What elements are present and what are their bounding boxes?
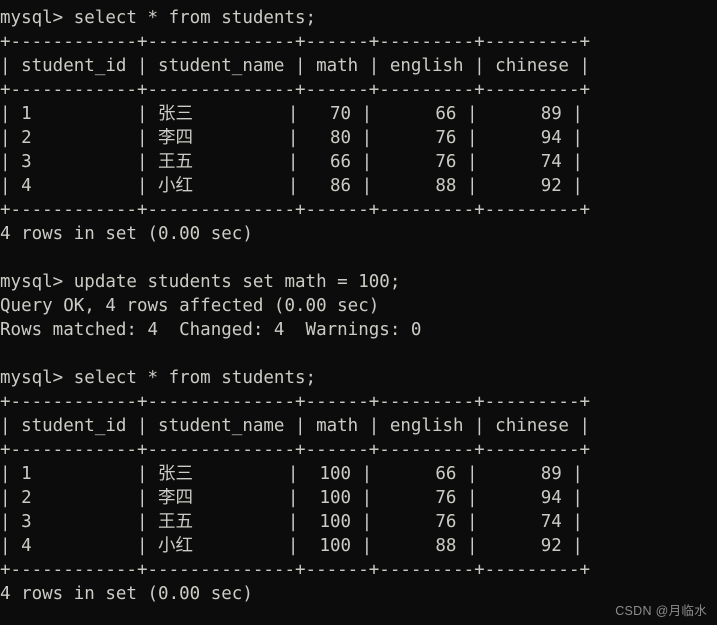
table-separator: +------------+--------------+------+----… (0, 440, 591, 460)
csdn-watermark: CSDN @月临水 (615, 604, 707, 618)
terminal-line: mysql> select * from students; (0, 8, 317, 28)
terminal-line: | 4 | 小红 | 86 | 88 | 92 | (0, 176, 583, 196)
terminal-line: | 4 | 小红 | 100 | 88 | 92 | (0, 536, 583, 556)
table-separator: +------------+--------------+------+----… (0, 200, 591, 220)
terminal-line: | 1 | 张三 | 70 | 66 | 89 | (0, 104, 583, 124)
terminal-line: | 3 | 王五 | 66 | 76 | 74 | (0, 152, 583, 172)
terminal-line: 4 rows in set (0.00 sec) (0, 584, 253, 604)
terminal-window[interactable]: mysql> select * from students; +---------… (0, 0, 717, 625)
table-separator: +------------+--------------+------+----… (0, 32, 591, 52)
terminal-line: mysql> update students set math = 100; (0, 272, 401, 292)
terminal-output: mysql> select * from students; +---------… (0, 6, 590, 606)
terminal-line: | 2 | 李四 | 100 | 76 | 94 | (0, 488, 583, 508)
terminal-line: | student_id | student_name | math | eng… (0, 416, 591, 436)
terminal-line: mysql> select * from students; (0, 368, 317, 388)
terminal-line: Query OK, 4 rows affected (0.00 sec) (0, 296, 380, 316)
terminal-line: | 3 | 王五 | 100 | 76 | 74 | (0, 512, 583, 532)
terminal-line: 4 rows in set (0.00 sec) (0, 224, 253, 244)
table-separator: +------------+--------------+------+----… (0, 560, 591, 580)
terminal-line: Rows matched: 4 Changed: 4 Warnings: 0 (0, 320, 422, 340)
table-separator: +------------+--------------+------+----… (0, 80, 591, 100)
terminal-line: | 2 | 李四 | 80 | 76 | 94 | (0, 128, 583, 148)
terminal-line: | 1 | 张三 | 100 | 66 | 89 | (0, 464, 583, 484)
terminal-line: | student_id | student_name | math | eng… (0, 56, 591, 76)
table-separator: +------------+--------------+------+----… (0, 392, 591, 412)
